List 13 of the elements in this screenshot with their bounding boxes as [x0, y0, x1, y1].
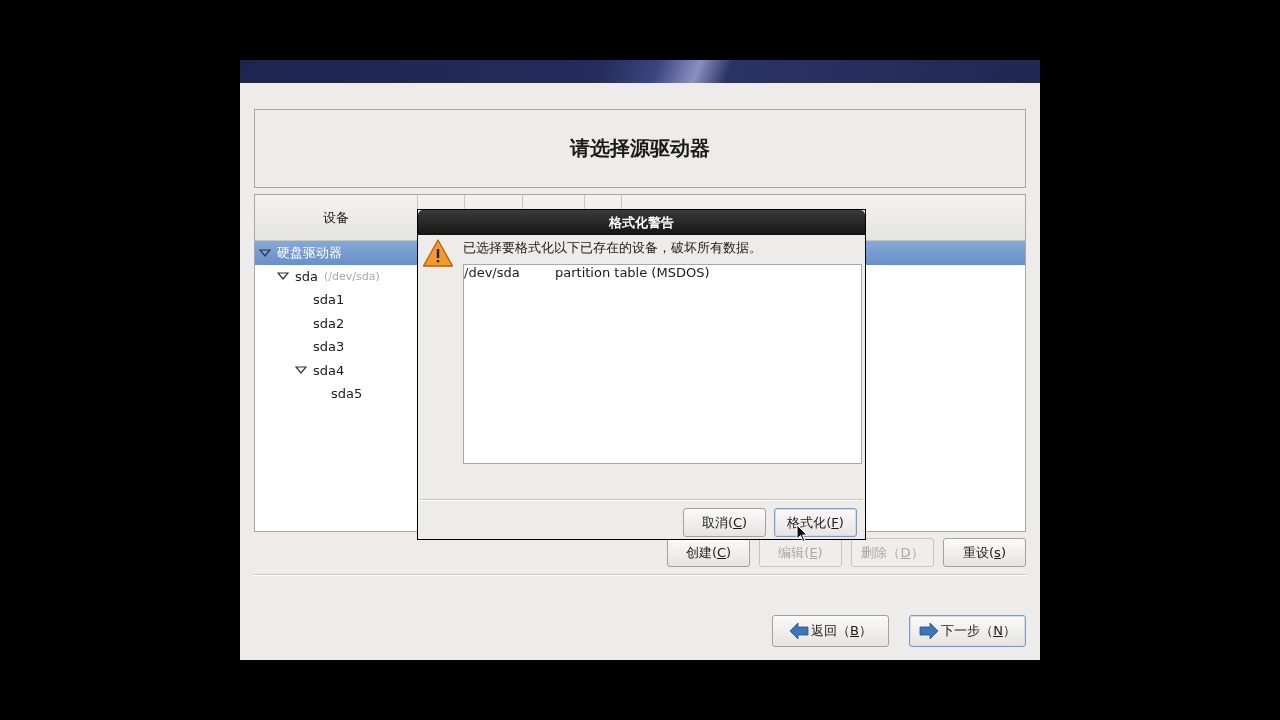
page-title: 请选择源驱动器	[254, 109, 1026, 188]
device-label: sda	[295, 268, 318, 284]
device-label: sda1	[313, 292, 345, 308]
device-path: (/dev/sda)	[324, 269, 380, 283]
list-cell: partition table (MSDOS)	[555, 265, 710, 281]
device-label: sda3	[313, 339, 345, 355]
device-label: sda5	[331, 386, 363, 402]
device-label: sda4	[313, 362, 345, 378]
device-label: sda2	[313, 315, 345, 331]
device-label: 硬盘驱动器	[277, 243, 342, 262]
dialog-title: 格式化警告	[418, 210, 865, 235]
warning-message: 已选择要格式化以下已存在的设备，破坏所有数据。	[463, 239, 763, 257]
list-cell-text: /dev/sda	[464, 265, 521, 281]
